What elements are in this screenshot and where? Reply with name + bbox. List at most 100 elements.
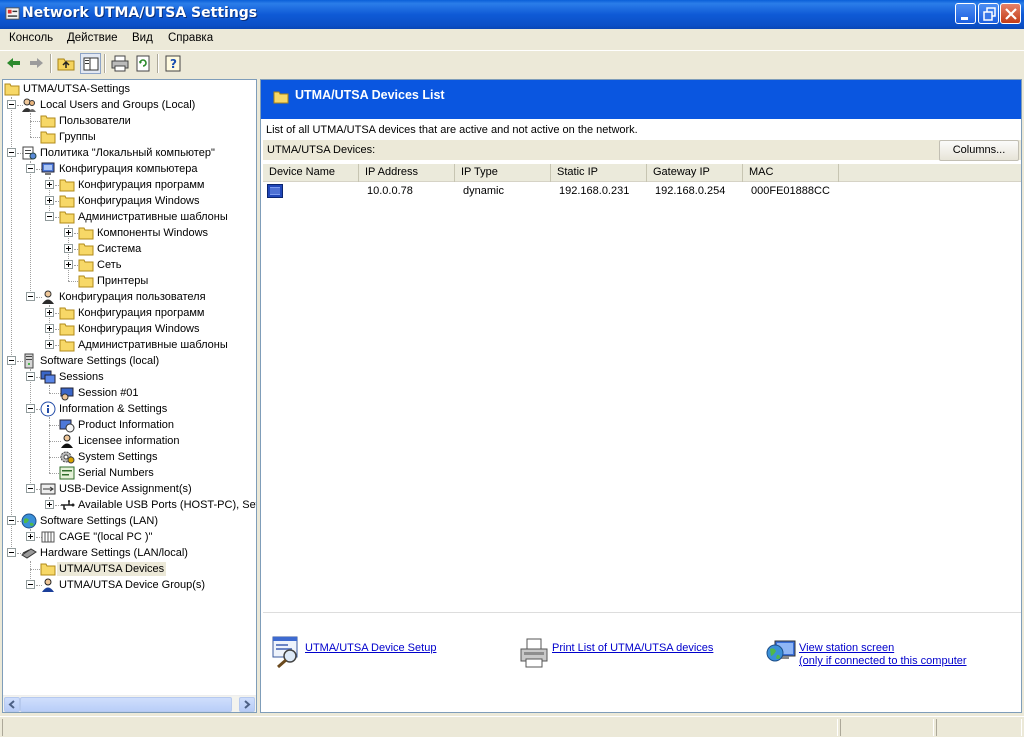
tree-item[interactable]: Licensee information <box>3 433 256 449</box>
collapse-icon[interactable] <box>26 292 35 301</box>
show-hide-tree-button[interactable] <box>80 53 101 74</box>
col-static-ip[interactable]: Static IP <box>551 164 647 182</box>
expand-icon[interactable] <box>45 180 54 189</box>
back-arrow-icon <box>7 58 20 68</box>
scroll-left-button[interactable] <box>4 697 20 712</box>
tree-item[interactable]: Sessions <box>3 369 256 385</box>
collapse-icon[interactable] <box>26 372 35 381</box>
tree-item[interactable]: Административные шаблоны <box>3 209 256 225</box>
col-ip-address[interactable]: IP Address <box>359 164 455 182</box>
menu-view[interactable]: Вид <box>132 32 153 44</box>
up-level-button[interactable] <box>56 53 77 74</box>
tree-item[interactable]: Hardware Settings (LAN/local) <box>3 545 256 561</box>
tree-item[interactable]: Принтеры <box>3 273 256 289</box>
columns-button[interactable]: Columns... <box>939 140 1019 161</box>
collapse-icon[interactable] <box>26 404 35 413</box>
tree-item[interactable]: Конфигурация пользователя <box>3 289 256 305</box>
scroll-right-icon <box>244 700 251 709</box>
devices-list[interactable]: Device Name IP Address IP Type Static IP… <box>263 163 1021 613</box>
tree-item[interactable]: Session #01 <box>3 385 256 401</box>
tree-item-label: Product Information <box>78 419 174 431</box>
expand-icon[interactable] <box>45 308 54 317</box>
scroll-thumb[interactable] <box>20 697 232 712</box>
tree-item[interactable]: Software Settings (local) <box>3 353 256 369</box>
collapse-icon[interactable] <box>7 148 16 157</box>
tree-item-label: UTMA/UTSA-Settings <box>23 83 130 95</box>
expand-icon[interactable] <box>64 244 73 253</box>
col-mac[interactable]: MAC <box>743 164 839 182</box>
tree-item[interactable]: USB-Device Assignment(s) <box>3 481 256 497</box>
expand-icon[interactable] <box>26 532 35 541</box>
tree-item[interactable]: Компоненты Windows <box>3 225 256 241</box>
col-gateway-ip[interactable]: Gateway IP <box>647 164 743 182</box>
device-setup-action[interactable]: UTMA/UTSA Device Setup <box>271 635 471 669</box>
collapse-icon[interactable] <box>7 100 16 109</box>
print-list-link[interactable]: Print List of UTMA/UTSA devices <box>552 642 713 655</box>
menu-action[interactable]: Действие <box>67 32 118 44</box>
status-panel-main <box>2 719 838 736</box>
collapse-icon[interactable] <box>26 164 35 173</box>
help-button[interactable]: ? <box>163 53 184 74</box>
collapse-icon[interactable] <box>45 212 54 221</box>
tree-item[interactable]: Serial Numbers <box>3 465 256 481</box>
expand-icon[interactable] <box>45 500 54 509</box>
refresh-button[interactable] <box>133 53 154 74</box>
cage-icon <box>40 529 56 545</box>
tree-item[interactable]: UTMA/UTSA-Settings <box>3 81 256 97</box>
expand-icon[interactable] <box>45 324 54 333</box>
view-station-action[interactable]: View station screen (only if connected t… <box>765 635 1005 671</box>
menu-help[interactable]: Справка <box>168 32 213 44</box>
minimize-button[interactable] <box>955 3 976 24</box>
scroll-right-button[interactable] <box>239 697 255 712</box>
print-button[interactable] <box>110 53 131 74</box>
tree-item[interactable]: Конфигурация Windows <box>3 321 256 337</box>
table-row[interactable]: 10.0.0.78 dynamic 192.168.0.231 192.168.… <box>263 183 1021 199</box>
tree-item[interactable]: Available USB Ports (HOST-PC), Sett <box>3 497 256 513</box>
tree-item[interactable]: Local Users and Groups (Local) <box>3 97 256 113</box>
collapse-icon[interactable] <box>7 356 16 365</box>
tree-item[interactable]: Административные шаблоны <box>3 337 256 353</box>
collapse-icon[interactable] <box>26 580 35 589</box>
tree-item[interactable]: Группы <box>3 129 256 145</box>
console-tree[interactable]: UTMA/UTSA-Settings Local Users and Groups… <box>2 79 257 713</box>
folder-icon <box>59 177 75 193</box>
tree-item[interactable]: Конфигурация Windows <box>3 193 256 209</box>
device-setup-link[interactable]: UTMA/UTSA Device Setup <box>305 642 436 655</box>
tree-item[interactable]: Пользователи <box>3 113 256 129</box>
tree-item[interactable]: CAGE "(local PC )" <box>3 529 256 545</box>
view-station-link-line1[interactable]: View station screen <box>799 642 894 654</box>
collapse-icon[interactable] <box>26 484 35 493</box>
tree-item[interactable]: Система <box>3 241 256 257</box>
tree-item[interactable]: Конфигурация программ <box>3 177 256 193</box>
back-button[interactable] <box>3 53 24 74</box>
tree-item[interactable]: UTMA/UTSA Devices <box>3 561 256 577</box>
menu-console[interactable]: Консоль <box>9 32 53 44</box>
collapse-icon[interactable] <box>7 516 16 525</box>
tree-item[interactable]: System Settings <box>3 449 256 465</box>
tree-item[interactable]: Конфигурация компьютера <box>3 161 256 177</box>
tree-horizontal-scrollbar[interactable] <box>3 695 256 712</box>
expand-icon[interactable] <box>64 260 73 269</box>
expand-icon[interactable] <box>45 196 54 205</box>
view-station-link[interactable]: View station screen (only if connected t… <box>799 642 967 668</box>
view-station-link-line2[interactable]: (only if connected to this computer <box>799 655 967 667</box>
tree-item[interactable]: Политика "Локальный компьютер" <box>3 145 256 161</box>
expand-icon[interactable] <box>64 228 73 237</box>
tree-item[interactable]: Конфигурация программ <box>3 305 256 321</box>
device-group-icon <box>40 577 56 593</box>
tree-item[interactable]: Product Information <box>3 417 256 433</box>
tree-item[interactable]: UTMA/UTSA Device Group(s) <box>3 577 256 593</box>
close-button[interactable] <box>1000 3 1021 24</box>
col-ip-type[interactable]: IP Type <box>455 164 551 182</box>
print-list-action[interactable]: Print List of UTMA/UTSA devices <box>518 635 738 669</box>
tree-item[interactable]: Сеть <box>3 257 256 273</box>
restore-button[interactable] <box>978 3 999 24</box>
tree-item-label: Local Users and Groups (Local) <box>40 99 196 111</box>
tree-item[interactable]: Information & Settings <box>3 401 256 417</box>
collapse-icon[interactable] <box>7 548 16 557</box>
forward-button[interactable] <box>26 53 47 74</box>
tree-item-label: CAGE "(local PC )" <box>59 531 153 543</box>
expand-icon[interactable] <box>45 340 54 349</box>
tree-item[interactable]: Software Settings (LAN) <box>3 513 256 529</box>
col-device-name[interactable]: Device Name <box>263 164 359 182</box>
